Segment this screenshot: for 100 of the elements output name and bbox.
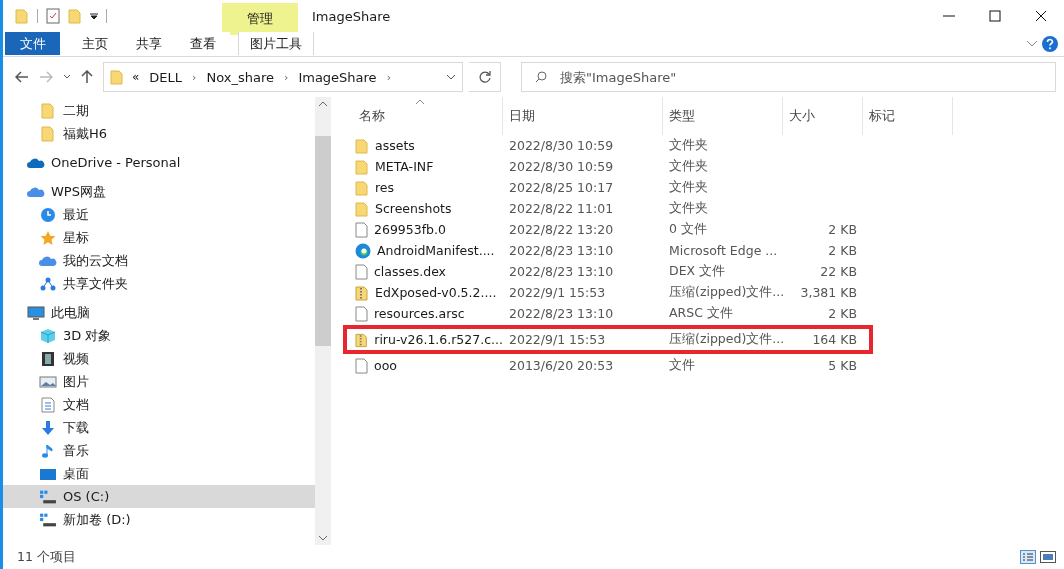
breadcrumb-chevron[interactable]: ›	[386, 70, 392, 84]
column-header[interactable]: 类型	[663, 97, 783, 135]
address-bar[interactable]: « DELL › Nox_share › ImageShare ›	[103, 62, 463, 92]
sort-ascending-icon	[415, 99, 425, 105]
monitor-icon	[27, 304, 45, 321]
folder-icon	[355, 179, 369, 196]
size-cell-text: 2 KB	[827, 222, 858, 237]
sidebar-item[interactable]: 下载	[3, 416, 315, 439]
type-cell-text: 压缩(zipped)文件...	[668, 331, 783, 348]
overflow-chevron[interactable]: «	[132, 70, 140, 84]
file-name: resources.arsc	[374, 306, 465, 321]
scrollbar[interactable]	[315, 97, 331, 545]
sidebar-item[interactable]: 3D 对象	[3, 324, 315, 347]
details-view-icon[interactable]	[1018, 548, 1038, 566]
date-cell-text: 2013/6/20 20:53	[508, 358, 615, 373]
column-header[interactable]: 大小	[783, 97, 863, 135]
sidebar-item[interactable]: 我的云文档	[3, 249, 315, 272]
sidebar-item-label: 音乐	[63, 441, 89, 460]
file-icon	[355, 305, 368, 322]
breadcrumb[interactable]: Nox_share	[204, 69, 276, 85]
date-cell-text: 2022/8/23 13:10	[508, 264, 615, 279]
file-row[interactable]: assets 2022/8/30 10:59 文件夹	[353, 135, 863, 156]
file-row[interactable]: 269953fb.0 2022/8/22 13:20 0 文件 2 KB	[353, 219, 863, 240]
sidebar-item-label: 下载	[63, 418, 89, 437]
file-row[interactable]: META-INF 2022/8/30 10:59 文件夹	[353, 156, 863, 177]
sidebar-item-label: 图片	[63, 372, 89, 391]
sidebar-item-label: WPS网盘	[51, 182, 106, 201]
zip-folder-icon	[355, 284, 369, 301]
folder-icon	[355, 158, 369, 175]
film-icon	[39, 350, 57, 367]
file-name: res	[375, 180, 395, 195]
sidebar-item[interactable]: 共享文件夹	[3, 272, 315, 295]
breadcrumb-chevron[interactable]: ›	[192, 70, 197, 84]
column-header[interactable]: 标记	[863, 97, 953, 135]
type-cell-text: 文件夹	[668, 200, 709, 217]
sidebar-item-label: 共享文件夹	[63, 274, 128, 293]
folder-icon	[15, 8, 29, 24]
sidebar-item[interactable]: 桌面	[3, 462, 315, 485]
date-cell-text: 2022/8/23 13:10	[508, 306, 615, 321]
file-row[interactable]: resources.arsc 2022/8/23 13:10 ARSC 文件 2 KB	[353, 303, 863, 324]
file-name: AndroidManifest....	[377, 243, 495, 258]
file-name: EdXposed-v0.5.2....	[375, 285, 497, 300]
file-row[interactable]: classes.dex 2022/8/23 13:10 DEX 文件 22 KB	[353, 261, 863, 282]
sidebar-item-label: 星标	[63, 228, 89, 247]
sidebar-item[interactable]: 福戴H6	[3, 122, 315, 145]
sidebar-item[interactable]: WPS网盘	[3, 180, 315, 203]
file-row[interactable]: res 2022/8/25 10:17 文件夹	[353, 177, 863, 198]
sidebar-item[interactable]: 星标	[3, 226, 315, 249]
sidebar-item[interactable]: 文档	[3, 393, 315, 416]
sidebar-item[interactable]: 视频	[3, 347, 315, 370]
file-name: ooo	[374, 358, 397, 373]
zip-folder-icon	[355, 331, 369, 348]
back-arrow-icon[interactable]	[13, 69, 31, 85]
breadcrumb[interactable]: ImageShare	[296, 69, 379, 85]
caret-icon[interactable]	[90, 12, 98, 20]
date-cell-text: 2022/8/23 13:10	[508, 243, 615, 258]
ribbon-tab[interactable]: 图片工具	[238, 32, 314, 55]
scroll-down-icon[interactable]	[318, 535, 328, 541]
folder-icon	[68, 8, 82, 24]
date-cell-text: 2022/8/22 11:01	[508, 201, 615, 216]
thumbnail-view-icon[interactable]	[1038, 548, 1058, 566]
file-row[interactable]: ooo 2013/6/20 20:53 文件 5 KB	[353, 355, 863, 376]
breadcrumb[interactable]: DELL	[147, 69, 185, 85]
sidebar-item[interactable]: 此电脑	[3, 301, 315, 324]
search-field[interactable]: 搜索"ImageShare"	[521, 62, 1056, 92]
checklist-icon[interactable]	[46, 8, 60, 24]
dropdown-chevron-icon[interactable]	[446, 74, 456, 80]
scroll-up-icon[interactable]	[318, 101, 328, 107]
column-header[interactable]: 名称	[353, 97, 503, 135]
maximize-icon	[989, 10, 1001, 22]
breadcrumb-chevron[interactable]: ›	[284, 70, 289, 84]
file-row[interactable]: AndroidManifest.... 2022/8/23 13:10 Microsoft Edge ... 2 KB	[353, 240, 863, 261]
size-cell-text: 5 KB	[827, 358, 858, 373]
date-cell-text: 2022/9/1 15:53	[508, 285, 607, 300]
folder-icon	[355, 200, 369, 217]
sidebar-item[interactable]: OS (C:)	[3, 485, 315, 508]
sidebar-item-label: 3D 对象	[63, 326, 112, 345]
sidebar-item[interactable]: 图片	[3, 370, 315, 393]
date-cell-text: 2022/8/30 10:59	[508, 159, 615, 174]
size-cell-text: 2 KB	[827, 306, 858, 321]
refresh-button[interactable]	[469, 62, 501, 92]
ribbon-tab[interactable]: 文件	[5, 32, 60, 55]
highlighted-row[interactable]: riru-v26.1.6.r527.c... 2022/9/1 15:53 压缩(zipped)文件... 164 KB	[347, 329, 869, 350]
sidebar-item-label: OS (C:)	[63, 489, 110, 504]
window-title: ImageShare	[312, 8, 392, 24]
sidebar-item-label: 我的云文档	[63, 251, 128, 270]
sidebar-item[interactable]: 音乐	[3, 439, 315, 462]
type-cell-text: 压缩(zipped)文件...	[668, 284, 783, 301]
type-cell-text: ARSC 文件	[668, 305, 734, 322]
file-row[interactable]: EdXposed-v0.5.2.... 2022/9/1 15:53 压缩(zipped)文件... 3,381 KB	[353, 282, 863, 303]
sidebar-item[interactable]: 最近	[3, 203, 315, 226]
file-row[interactable]: Screenshots 2022/8/22 11:01 文件夹	[353, 198, 863, 219]
date-cell-text: 2022/8/25 10:17	[508, 180, 615, 195]
sidebar-item[interactable]: 新加卷 (D:)	[3, 508, 315, 531]
up-arrow-icon[interactable]	[79, 68, 95, 86]
refresh-icon	[477, 70, 492, 84]
sidebar-item[interactable]: 二期	[3, 99, 315, 122]
folder-icon	[39, 125, 57, 142]
column-header[interactable]: 日期	[503, 97, 663, 135]
sidebar-item[interactable]: OneDrive - Personal	[3, 151, 315, 174]
